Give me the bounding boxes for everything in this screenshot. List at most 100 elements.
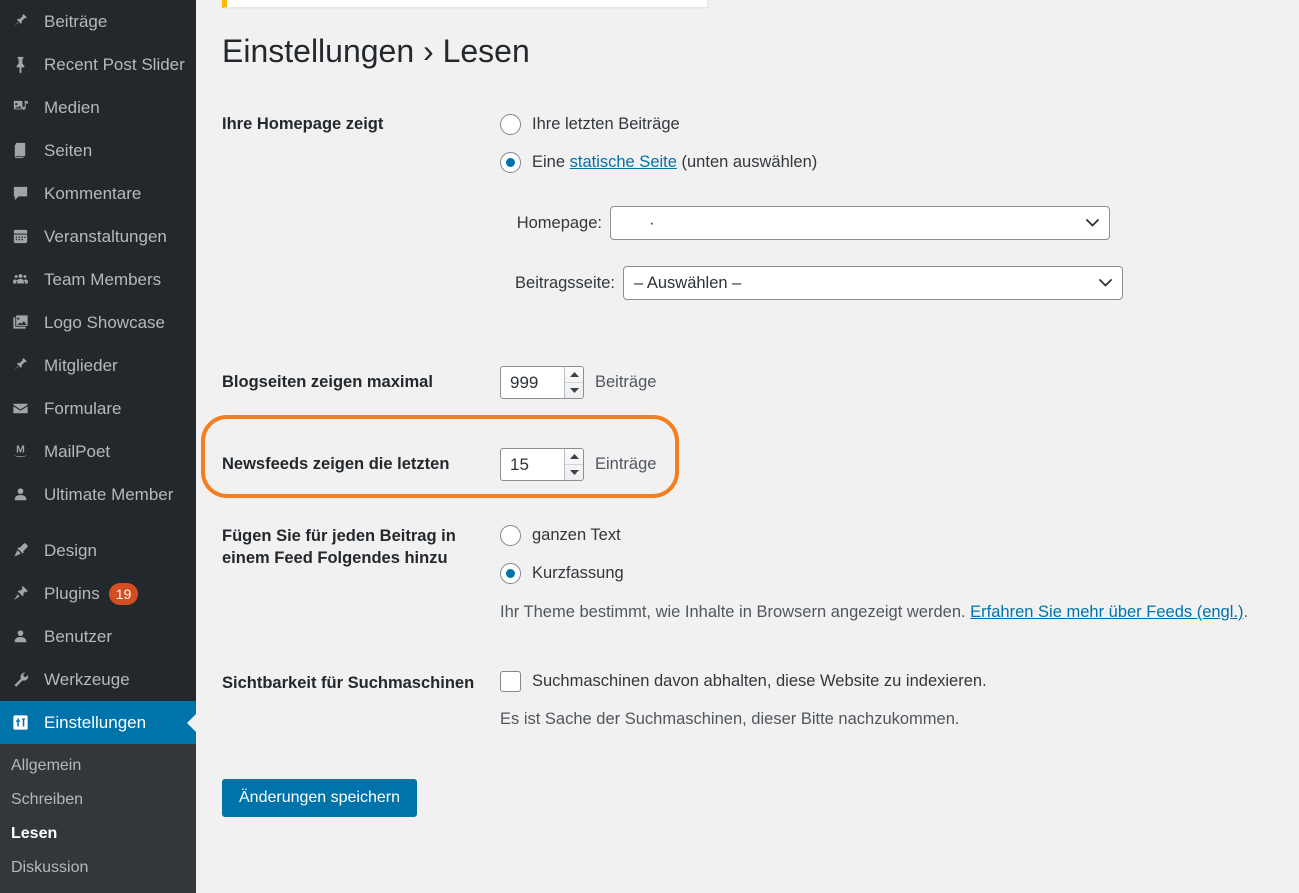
radio-static-page[interactable]: Eine statische Seite (unten auswählen) bbox=[500, 148, 1292, 176]
wordpress-admin-screen: Beiträge Recent Post Slider Medien Seiten Ko… bbox=[0, 0, 1299, 893]
label-feed-content: Fügen Sie für jeden Beitrag in einem Fee… bbox=[222, 527, 456, 568]
radio-full-text[interactable]: ganzen Text bbox=[500, 521, 1292, 549]
checkbox-discourage-search-engines[interactable]: Suchmaschinen davon abhalten, diese Webs… bbox=[500, 667, 1292, 695]
label-search-visibility: Sichtbarkeit für Suchmaschinen bbox=[222, 674, 475, 692]
pin-icon bbox=[11, 356, 40, 375]
feed-items-input[interactable]: 15 bbox=[501, 449, 564, 480]
field-posts-per-page: 999 Beiträge bbox=[500, 364, 1292, 399]
row-posts-per-page: Blogseiten zeigen maximal 999 Beiträge bbox=[222, 340, 1292, 417]
search-visibility-description: Es ist Sache der Suchmaschinen, dieser B… bbox=[500, 710, 960, 728]
label-feed-items: Newsfeeds zeigen die letzten bbox=[222, 455, 450, 473]
row-submit: Änderungen speichern bbox=[222, 757, 1292, 817]
sidebar-item-label: Design bbox=[44, 540, 97, 560]
submenu-item-allgemein[interactable]: Allgemein bbox=[0, 749, 196, 783]
field-feed-content: ganzen Text Kurzfassung Ihr Theme bestim… bbox=[500, 521, 1292, 625]
user-icon bbox=[11, 627, 40, 646]
sidebar-item-logo-showcase[interactable]: Logo Showcase bbox=[0, 301, 196, 344]
posts-page-select[interactable]: – Auswählen – bbox=[623, 266, 1123, 300]
sidebar-item-label: Ultimate Member bbox=[44, 484, 174, 504]
sidebar-item-label: Team Members bbox=[44, 269, 162, 289]
static-page-link[interactable]: statische Seite bbox=[570, 153, 677, 171]
posts-per-page-unit: Beiträge bbox=[595, 373, 657, 391]
radio-static-page-control[interactable] bbox=[500, 151, 521, 173]
sidebar-item-label: Werkzeuge bbox=[44, 669, 130, 689]
sidebar-item-users[interactable]: Benutzer bbox=[0, 615, 196, 658]
sidebar-item-label: Formulare bbox=[44, 398, 122, 418]
chevron-down-icon bbox=[1099, 279, 1112, 287]
sidebar-item-media[interactable]: Medien bbox=[0, 86, 196, 129]
user-icon bbox=[11, 485, 40, 504]
sidebar-item-badge: 19 bbox=[108, 582, 139, 605]
sidebar-item-pages[interactable]: Seiten bbox=[0, 129, 196, 172]
feed-items-stepper[interactable]: 15 bbox=[500, 448, 584, 481]
field-search-visibility: Suchmaschinen davon abhalten, diese Webs… bbox=[500, 667, 1292, 732]
label-homepage-display: Ihre Homepage zeigt bbox=[222, 115, 384, 133]
feeds-learn-more-link[interactable]: Erfahren Sie mehr über Feeds (engl.) bbox=[970, 603, 1243, 621]
pages-icon bbox=[11, 141, 40, 160]
radio-latest-posts-label: Ihre letzten Beiträge bbox=[532, 114, 680, 133]
spinner-up-icon[interactable] bbox=[565, 449, 583, 465]
spinner-up-icon[interactable] bbox=[565, 367, 583, 383]
radio-latest-posts[interactable]: Ihre letzten Beiträge bbox=[500, 110, 1292, 138]
field-feed-items: 15 Einträge bbox=[500, 446, 1292, 481]
sidebar-item-settings[interactable]: Einstellungen bbox=[0, 701, 196, 744]
sidebar-item-label: Mitglieder bbox=[44, 355, 118, 375]
sidebar-item-label: Kommentare bbox=[44, 183, 142, 203]
sidebar-item-posts[interactable]: Beiträge bbox=[0, 0, 196, 43]
radio-summary[interactable]: Kurzfassung bbox=[500, 559, 1292, 587]
brush-icon bbox=[11, 541, 40, 560]
radio-latest-posts-control[interactable] bbox=[500, 113, 521, 135]
group-icon bbox=[11, 270, 40, 289]
envelope-icon bbox=[11, 399, 40, 418]
sidebar-item-ultimate-member[interactable]: Ultimate Member bbox=[0, 473, 196, 516]
sidebar-item-team-members[interactable]: Team Members bbox=[0, 258, 196, 301]
sidebar-item-plugins[interactable]: Plugins 19 bbox=[0, 572, 196, 615]
field-homepage-display: Ihre letzten Beiträge Eine statische Sei… bbox=[500, 100, 1292, 300]
discourage-search-engines-control[interactable] bbox=[500, 670, 521, 692]
radio-full-text-control[interactable] bbox=[500, 524, 521, 546]
sidebar-item-recent-post-slider[interactable]: Recent Post Slider bbox=[0, 43, 196, 86]
sidebar-item-comments[interactable]: Kommentare bbox=[0, 172, 196, 215]
sidebar-item-design[interactable]: Design bbox=[0, 529, 196, 572]
submenu-item-diskussion[interactable]: Diskussion bbox=[0, 851, 196, 885]
sidebar-item-label: Plugins bbox=[44, 583, 100, 603]
admin-sidebar: Beiträge Recent Post Slider Medien Seiten Ko… bbox=[0, 0, 196, 893]
comment-icon bbox=[11, 184, 40, 203]
pin-icon bbox=[11, 12, 40, 31]
radio-summary-control[interactable] bbox=[500, 562, 521, 584]
row-feed-items: Newsfeeds zeigen die letzten 15 Einträge bbox=[222, 417, 1292, 494]
sidebar-item-formulare[interactable]: Formulare bbox=[0, 387, 196, 430]
posts-per-page-spinner[interactable] bbox=[564, 367, 583, 398]
svg-text:M: M bbox=[16, 444, 25, 455]
spinner-down-icon[interactable] bbox=[565, 383, 583, 398]
row-feed-content: Fügen Sie für jeden Beitrag in einem Fee… bbox=[222, 494, 1292, 649]
feed-description-after: . bbox=[1243, 603, 1249, 621]
sidebar-item-mitglieder[interactable]: Mitglieder bbox=[0, 344, 196, 387]
row-search-visibility: Sichtbarkeit für Suchmaschinen Suchmasch… bbox=[222, 649, 1292, 757]
feed-items-spinner[interactable] bbox=[564, 449, 583, 480]
submenu-item-lesen[interactable]: Lesen bbox=[0, 817, 196, 851]
sidebar-item-mailpoet[interactable]: M MailPoet bbox=[0, 430, 196, 473]
homepage-select[interactable]: · bbox=[610, 206, 1110, 240]
radio-summary-label: Kurzfassung bbox=[532, 563, 624, 582]
media-icon bbox=[11, 98, 40, 117]
wrench-icon bbox=[11, 670, 40, 689]
feed-description-before: Ihr Theme bestimmt, wie Inhalte in Brows… bbox=[500, 603, 971, 621]
feed-items-unit: Einträge bbox=[595, 455, 657, 473]
sidebar-item-events[interactable]: Veranstaltungen bbox=[0, 215, 196, 258]
sidebar-item-label: MailPoet bbox=[44, 441, 111, 461]
radio-static-page-label-before: Eine bbox=[532, 152, 570, 171]
main-content: Einstellungen › Lesen Ihre Homepage zeig… bbox=[196, 0, 1299, 893]
notice-banner bbox=[222, 0, 708, 8]
discourage-search-engines-label: Suchmaschinen davon abhalten, diese Webs… bbox=[532, 671, 987, 690]
sidebar-item-label: Einstellungen bbox=[44, 712, 147, 732]
posts-per-page-stepper[interactable]: 999 bbox=[500, 366, 584, 399]
sidebar-item-label: Medien bbox=[44, 97, 100, 117]
homepage-select-value: · bbox=[649, 213, 655, 232]
spinner-down-icon[interactable] bbox=[565, 465, 583, 480]
posts-per-page-input[interactable]: 999 bbox=[501, 367, 564, 398]
submenu-item-schreiben[interactable]: Schreiben bbox=[0, 783, 196, 817]
label-posts-page-select: Beitragsseite: bbox=[515, 273, 615, 292]
sidebar-item-tools[interactable]: Werkzeuge bbox=[0, 658, 196, 701]
save-changes-button[interactable]: Änderungen speichern bbox=[222, 779, 418, 817]
